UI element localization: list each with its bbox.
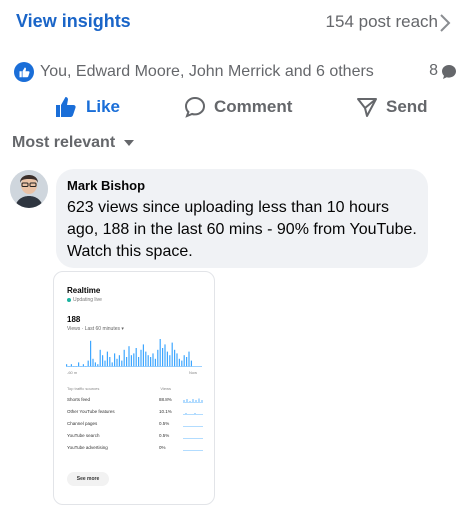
axis-start-label: -60 m	[67, 370, 78, 375]
send-label: Send	[386, 97, 428, 116]
chevron-down-icon	[124, 140, 135, 146]
traffic-source-row: YouTube advertising 0%	[67, 445, 203, 451]
comment-label: Comment	[214, 97, 293, 116]
traffic-source-row: YouTube search 0.5%	[67, 433, 203, 439]
comment-button[interactable]: Comment	[184, 94, 292, 120]
comment-attachment-image[interactable]: Realtime Updating live 188 Views · Last …	[53, 271, 215, 505]
like-reaction-icon	[14, 62, 34, 82]
send-button[interactable]: Send	[356, 94, 428, 120]
comment-text: 623 views since uploading less than 10 h…	[67, 199, 417, 260]
attachment-title: Realtime	[67, 286, 101, 295]
like-label: Like	[86, 97, 121, 116]
live-dot-icon	[67, 297, 71, 302]
thumbs-up-icon	[56, 97, 76, 117]
see-more-button[interactable]: See more	[67, 472, 109, 486]
reactions-summary[interactable]: You, Edward Moore, John Merrick and 6 ot…	[14, 61, 374, 83]
chevron-right-icon[interactable]	[438, 12, 452, 34]
like-button[interactable]: Like	[54, 94, 120, 120]
comment-author[interactable]: Mark Bishop	[67, 178, 145, 193]
avatar[interactable]	[10, 170, 48, 208]
traffic-source-row: Channel pages 0.5%	[67, 421, 203, 427]
comment-icon	[184, 96, 206, 118]
axis-end-label: Now	[189, 370, 198, 375]
post-reach-label[interactable]: 154 post reach	[326, 12, 438, 32]
view-insights-link[interactable]: View insights	[16, 11, 131, 32]
traffic-source-row: Shorts feed 88.8%	[67, 397, 203, 405]
comment-bubble-icon	[442, 65, 456, 79]
attachment-views-number: 188	[67, 315, 81, 324]
comment-sort-dropdown[interactable]: Most relevant	[12, 134, 135, 152]
traffic-source-row: Other YouTube features 10.1%	[67, 409, 203, 417]
traffic-sources-header: Top traffic sources Views	[67, 386, 171, 391]
comment-count[interactable]: 8	[429, 62, 438, 80]
realtime-views-sparkline	[66, 339, 202, 367]
attachment-views-label: Views · Last 60 minutes ▾	[67, 326, 124, 332]
attachment-status: Updating live	[67, 297, 102, 303]
sort-label: Most relevant	[12, 134, 116, 151]
reactions-text[interactable]: You, Edward Moore, John Merrick and 6 ot…	[40, 63, 374, 81]
send-icon	[357, 98, 377, 117]
